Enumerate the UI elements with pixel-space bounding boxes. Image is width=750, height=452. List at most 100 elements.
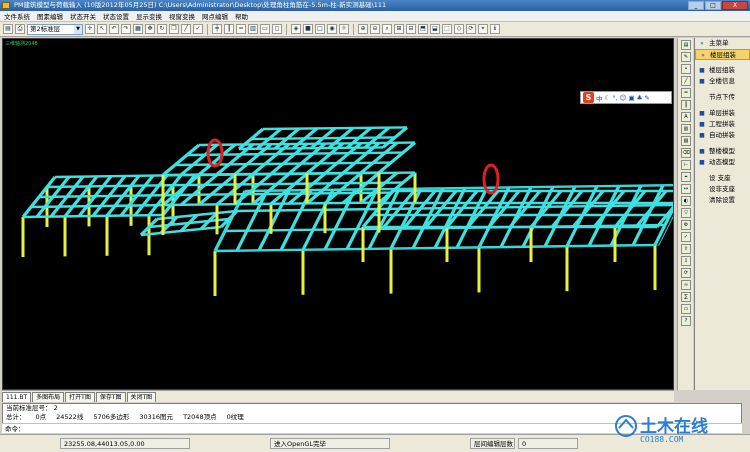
side-menu-item[interactable]: » 楼层组装 [695, 49, 750, 60]
menu-view[interactable]: 视窗变换 [169, 11, 195, 21]
beam-tool-icon[interactable]: ═ [681, 88, 691, 98]
line-tool-icon[interactable]: ╱ [681, 76, 691, 86]
ime-chinese-toggle[interactable]: 中 [596, 93, 603, 103]
menu-help[interactable]: 帮助 [235, 11, 248, 21]
render-icon[interactable]: ◉ [327, 24, 337, 34]
maximize-button[interactable]: □ [705, 1, 721, 10]
side-menu-item[interactable]: 清除设置 [695, 195, 750, 206]
dimension-icon[interactable]: ↔ [681, 184, 691, 194]
info-icon[interactable]: ℹ [490, 24, 500, 34]
help-tool-icon[interactable]: ? [681, 316, 691, 326]
measure-icon[interactable]: ⊢ [681, 160, 691, 170]
menu-switch[interactable]: 状态开关 [70, 11, 96, 21]
zoom-all-icon[interactable]: ⊞ [394, 24, 404, 34]
pick-icon[interactable]: ⌖ [478, 24, 488, 34]
calc-icon[interactable]: ∑ [681, 292, 691, 302]
menu-display[interactable]: 显示变换 [136, 11, 162, 21]
ime-moon-icon[interactable]: ☾ [605, 94, 611, 102]
window-tool-icon[interactable]: ▭ [681, 304, 691, 314]
move-icon[interactable]: ✛ [85, 24, 95, 34]
layer-select[interactable]: 第2标准层 ▼ [27, 23, 83, 35]
menu-edit[interactable]: 图素编辑 [37, 11, 63, 21]
menu-file[interactable]: 文件系统 [4, 11, 30, 21]
layer-icon[interactable]: ▤ [681, 40, 691, 50]
axis-icon[interactable]: ╪ [212, 24, 222, 34]
slab-icon[interactable]: ▭ [260, 24, 270, 34]
side-menu-item[interactable]: ■ 全楼信息 [695, 76, 750, 87]
text-tool-icon[interactable]: A [681, 112, 691, 122]
wireframe-icon[interactable]: □ [315, 24, 325, 34]
ime-punct-icon[interactable]: °, [612, 94, 617, 102]
snap-icon[interactable]: ⌖ [681, 172, 691, 182]
side-menu-item[interactable]: ■ 单层拼装 [695, 108, 750, 119]
rotate-icon[interactable]: ↻ [157, 24, 167, 34]
minimize-button[interactable]: _ [688, 1, 704, 10]
draw-icon[interactable]: ✎ [681, 52, 691, 62]
side-menu-item[interactable]: » 主菜单 [695, 38, 750, 49]
tab-save-t[interactable]: 保存T图 [95, 392, 126, 402]
redo-icon[interactable]: ↷ [121, 24, 131, 34]
tab-current-file[interactable]: 111.BT [2, 392, 32, 402]
view-iso-icon[interactable]: ◇ [454, 24, 464, 34]
wall-tool-icon[interactable]: ▥ [681, 124, 691, 134]
export-icon[interactable]: ⇪ [681, 244, 691, 254]
refresh-icon[interactable]: ⟳ [466, 24, 476, 34]
side-menu-item[interactable]: 设非支座 [695, 184, 750, 195]
model-3d-canvas[interactable]: 三维轴测2048 [2, 38, 674, 390]
sync-icon[interactable]: ⟳ [681, 268, 691, 278]
tab-open-t[interactable]: 打开T图 [65, 392, 95, 402]
opening-icon[interactable]: ◻ [272, 24, 282, 34]
side-menu-item[interactable]: ■ 动态模型 [695, 157, 750, 168]
ime-keyboard-icon[interactable]: ▣ [628, 94, 634, 102]
filter-icon[interactable]: ▽ [681, 208, 691, 218]
tab-close-t[interactable]: 关闭T图 [126, 392, 157, 402]
column-tool-icon[interactable]: ┃ [681, 100, 691, 110]
link-icon[interactable]: ∞ [681, 280, 691, 290]
settings-icon[interactable]: ⚙ [681, 220, 691, 230]
check-icon[interactable]: ✓ [193, 24, 203, 34]
side-menu-item[interactable]: ■ 整楼模型 [695, 146, 750, 157]
view-top-icon[interactable]: ⬚ [442, 24, 452, 34]
light-icon[interactable]: ☼ [339, 24, 349, 34]
layer-edit-label: 层间编辑层数 [470, 438, 515, 449]
color-icon[interactable]: ◐ [681, 196, 691, 206]
line-icon[interactable]: ╱ [181, 24, 191, 34]
erase-icon[interactable]: ⌫ [681, 148, 691, 158]
side-menu-item[interactable]: ■ 自动拼装 [695, 130, 750, 141]
column-icon[interactable]: ┃ [224, 24, 234, 34]
view-side-icon[interactable]: ⬓ [430, 24, 440, 34]
side-menu-item[interactable]: ■ 楼层组装 [695, 65, 750, 76]
undo-icon[interactable]: ↶ [109, 24, 119, 34]
pointer-icon[interactable]: ↖ [97, 24, 107, 34]
zoom-window-icon[interactable]: ⌕ [382, 24, 392, 34]
zoom-in-icon[interactable]: ⊕ [358, 24, 368, 34]
hatch-icon[interactable]: ▧ [681, 136, 691, 146]
menu-grid[interactable]: 网点编辑 [202, 11, 228, 21]
ime-emoji-icon[interactable]: ☺ [620, 94, 627, 102]
zoom-prev-icon[interactable]: ⊟ [406, 24, 416, 34]
beam-icon[interactable]: ═ [236, 24, 246, 34]
watermark-url: CO188.COM [640, 435, 684, 444]
close-button[interactable]: X [722, 1, 748, 10]
tab-multi-layout[interactable]: 多图布局 [32, 392, 65, 402]
pan-icon[interactable]: ✥ [145, 24, 155, 34]
check-tool-icon[interactable]: ✓ [681, 232, 691, 242]
ime-skin-icon[interactable]: ♣ [637, 94, 643, 102]
side-menu-item[interactable]: 设 支座 [695, 173, 750, 184]
view-front-icon[interactable]: ⬒ [418, 24, 428, 34]
solid-icon[interactable]: ■ [303, 24, 313, 34]
perspective-icon[interactable]: ◈ [291, 24, 301, 34]
grid-icon[interactable]: ▦ [133, 24, 143, 34]
import-icon[interactable]: ⇩ [681, 256, 691, 266]
ime-toolbar[interactable]: S 中 ☾ °, ☺ ▣ ♣ ✎ [580, 91, 672, 104]
print-icon[interactable]: ⎙ [15, 24, 25, 34]
menu-settings[interactable]: 状态设置 [103, 11, 129, 21]
zoom-out-icon[interactable]: ⊖ [370, 24, 380, 34]
copy-icon[interactable]: ❐ [169, 24, 179, 34]
side-menu-item[interactable]: ■ 工程拼装 [695, 119, 750, 130]
wall-icon[interactable]: ▥ [248, 24, 258, 34]
side-menu-item[interactable]: 节点下传 [695, 92, 750, 103]
save-icon[interactable]: ▤ [3, 24, 13, 34]
ime-tools-icon[interactable]: ✎ [644, 94, 649, 102]
node-icon[interactable]: • [681, 64, 691, 74]
